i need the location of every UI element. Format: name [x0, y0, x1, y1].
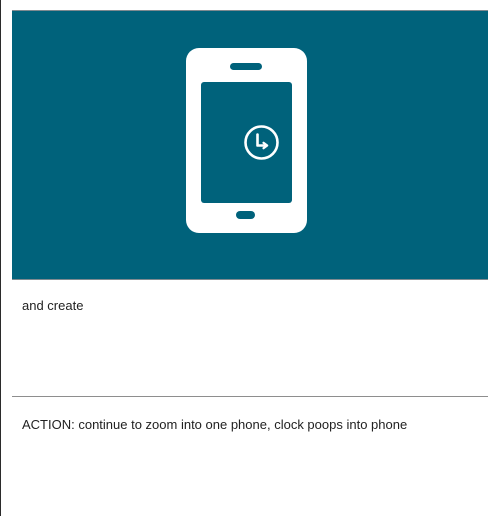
- caption-text: and create: [22, 298, 84, 313]
- action-row: ACTION: continue to zoom into one phone,…: [12, 398, 488, 516]
- phone-home-button: [236, 211, 255, 219]
- smartphone-icon: [186, 48, 307, 233]
- phone-screen: [201, 82, 292, 203]
- caption-row: and create: [12, 279, 488, 397]
- action-text: ACTION: continue to zoom into one phone,…: [22, 417, 408, 432]
- hero-panel: [12, 10, 488, 280]
- phone-speaker: [230, 63, 262, 70]
- clock-icon: [244, 125, 279, 160]
- storyboard-frame: and create ACTION: continue to zoom into…: [0, 0, 488, 516]
